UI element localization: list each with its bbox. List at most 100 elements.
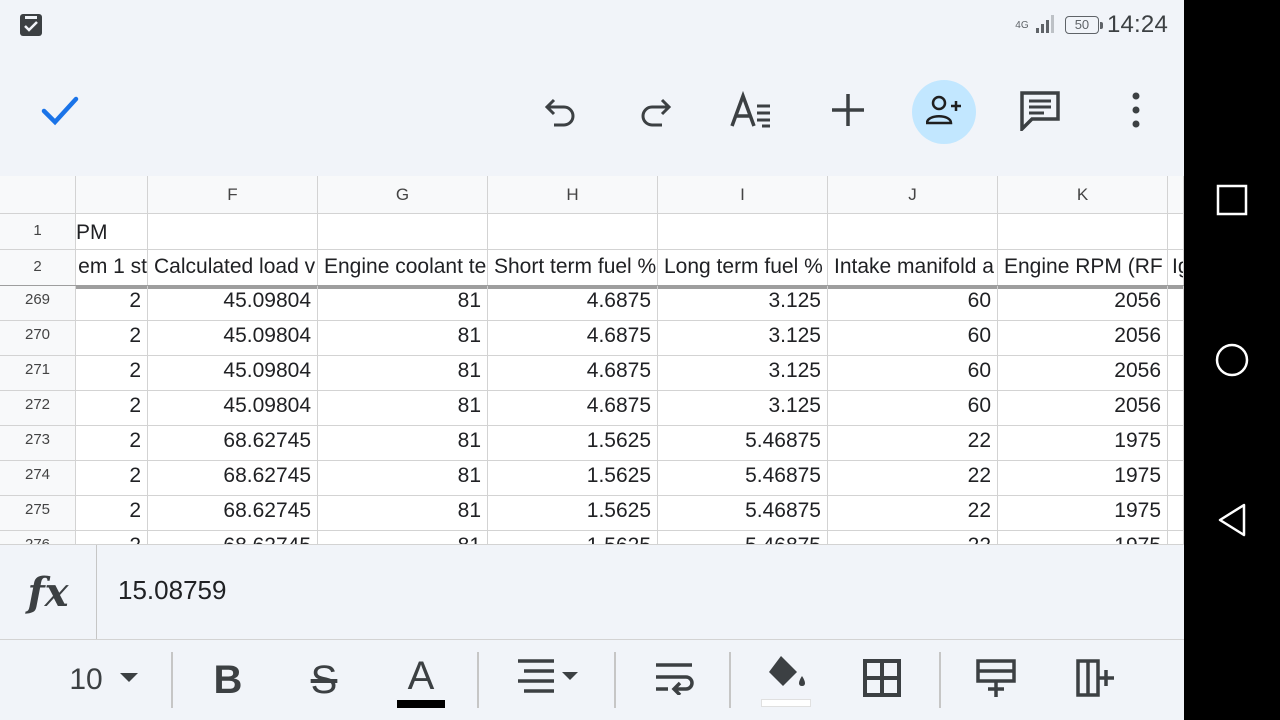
done-check-button[interactable] xyxy=(28,80,92,144)
table-cell[interactable]: 1.5625 xyxy=(488,496,658,531)
table-cell[interactable]: 4.6875 xyxy=(488,321,658,356)
cell[interactable]: Engine RPM (RF xyxy=(998,250,1168,286)
row-header[interactable]: 271 xyxy=(0,356,76,391)
column-header-i[interactable]: I xyxy=(658,176,828,214)
table-cell[interactable] xyxy=(1168,426,1184,461)
table-cell[interactable]: 60 xyxy=(828,391,998,426)
table-cell[interactable]: 2056 xyxy=(998,356,1168,391)
spreadsheet-grid[interactable]: F G H I J K 1 PM 2 em 1 st Calculated lo… xyxy=(0,176,1184,544)
font-size-dropdown[interactable]: 10 xyxy=(60,640,148,720)
redo-button[interactable] xyxy=(624,80,688,144)
row-header[interactable]: 1 xyxy=(0,214,76,250)
table-cell[interactable]: 81 xyxy=(318,321,488,356)
table-cell[interactable] xyxy=(1168,531,1184,544)
row-header[interactable]: 276 xyxy=(0,531,76,544)
cell[interactable] xyxy=(1168,214,1184,250)
cell[interactable] xyxy=(148,214,318,250)
table-cell[interactable]: 3.125 xyxy=(658,356,828,391)
text-color-button[interactable]: A xyxy=(389,640,453,720)
text-format-button[interactable] xyxy=(720,80,784,144)
table-cell[interactable]: 5.46875 xyxy=(658,461,828,496)
table-cell[interactable]: 68.62745 xyxy=(148,426,318,461)
table-cell[interactable]: 2 xyxy=(76,356,148,391)
bold-button[interactable]: B xyxy=(196,640,260,720)
align-dropdown-button[interactable] xyxy=(508,640,588,720)
row-header[interactable]: 273 xyxy=(0,426,76,461)
wrap-text-button[interactable] xyxy=(642,640,706,720)
cell[interactable]: PM xyxy=(76,214,148,250)
table-cell[interactable]: 4.6875 xyxy=(488,356,658,391)
table-cell[interactable]: 60 xyxy=(828,321,998,356)
table-cell[interactable]: 2 xyxy=(76,461,148,496)
table-cell[interactable]: 81 xyxy=(318,391,488,426)
cell[interactable]: Ig xyxy=(1168,250,1184,286)
table-cell[interactable]: 5.46875 xyxy=(658,531,828,544)
table-cell[interactable]: 68.62745 xyxy=(148,461,318,496)
table-cell[interactable]: 5.46875 xyxy=(658,426,828,461)
table-cell[interactable]: 81 xyxy=(318,356,488,391)
row-header[interactable]: 274 xyxy=(0,461,76,496)
table-cell[interactable]: 81 xyxy=(318,286,488,321)
home-button[interactable] xyxy=(1214,342,1250,383)
column-header-k[interactable]: K xyxy=(998,176,1168,214)
row-header[interactable]: 2 xyxy=(0,250,76,286)
row-header[interactable]: 270 xyxy=(0,321,76,356)
table-cell[interactable]: 81 xyxy=(318,426,488,461)
column-header-l[interactable] xyxy=(1168,176,1184,214)
column-header-h[interactable]: H xyxy=(488,176,658,214)
cell[interactable]: Calculated load v xyxy=(148,250,318,286)
back-button[interactable] xyxy=(1216,502,1248,543)
table-cell[interactable]: 2 xyxy=(76,286,148,321)
more-options-button[interactable] xyxy=(1104,80,1168,144)
cell[interactable] xyxy=(488,214,658,250)
insert-button[interactable] xyxy=(816,80,880,144)
table-cell[interactable]: 2056 xyxy=(998,321,1168,356)
table-cell[interactable]: 1975 xyxy=(998,496,1168,531)
insert-row-button[interactable] xyxy=(964,640,1028,720)
cell[interactable]: Long term fuel % xyxy=(658,250,828,286)
row-header[interactable]: 272 xyxy=(0,391,76,426)
table-cell[interactable]: 2 xyxy=(76,321,148,356)
strikethrough-button[interactable]: S xyxy=(292,640,356,720)
table-cell[interactable] xyxy=(1168,496,1184,531)
table-cell[interactable]: 2056 xyxy=(998,391,1168,426)
table-cell[interactable]: 2 xyxy=(76,391,148,426)
row-header[interactable]: 269 xyxy=(0,286,76,321)
table-cell[interactable] xyxy=(1168,391,1184,426)
table-cell[interactable]: 3.125 xyxy=(658,391,828,426)
table-cell[interactable]: 68.62745 xyxy=(148,496,318,531)
formula-input[interactable]: 15.08759 xyxy=(118,575,226,606)
share-button[interactable] xyxy=(912,80,976,144)
column-header-g[interactable]: G xyxy=(318,176,488,214)
table-cell[interactable]: 81 xyxy=(318,496,488,531)
cell[interactable] xyxy=(998,214,1168,250)
table-cell[interactable]: 68.62745 xyxy=(148,531,318,544)
recents-button[interactable] xyxy=(1216,184,1248,221)
fill-color-button[interactable] xyxy=(754,640,818,720)
table-cell[interactable]: 3.125 xyxy=(658,286,828,321)
table-cell[interactable]: 1975 xyxy=(998,426,1168,461)
table-cell[interactable]: 5.46875 xyxy=(658,496,828,531)
table-cell[interactable]: 2 xyxy=(76,531,148,544)
table-cell[interactable]: 45.09804 xyxy=(148,286,318,321)
grid-corner[interactable] xyxy=(0,176,76,214)
column-header-f[interactable]: F xyxy=(148,176,318,214)
undo-button[interactable] xyxy=(528,80,592,144)
comment-button[interactable] xyxy=(1008,80,1072,144)
insert-column-button[interactable] xyxy=(1064,640,1128,720)
cell[interactable]: Engine coolant te xyxy=(318,250,488,286)
table-cell[interactable]: 60 xyxy=(828,356,998,391)
table-cell[interactable]: 60 xyxy=(828,286,998,321)
row-header[interactable]: 275 xyxy=(0,496,76,531)
table-cell[interactable]: 81 xyxy=(318,461,488,496)
table-cell[interactable]: 4.6875 xyxy=(488,286,658,321)
table-cell[interactable]: 1.5625 xyxy=(488,426,658,461)
table-cell[interactable]: 45.09804 xyxy=(148,356,318,391)
table-cell[interactable]: 45.09804 xyxy=(148,321,318,356)
column-header-j[interactable]: J xyxy=(828,176,998,214)
column-header-e[interactable] xyxy=(76,176,148,214)
table-cell[interactable] xyxy=(1168,286,1184,321)
table-cell[interactable]: 22 xyxy=(828,531,998,544)
borders-button[interactable] xyxy=(850,640,914,720)
table-cell[interactable]: 22 xyxy=(828,461,998,496)
